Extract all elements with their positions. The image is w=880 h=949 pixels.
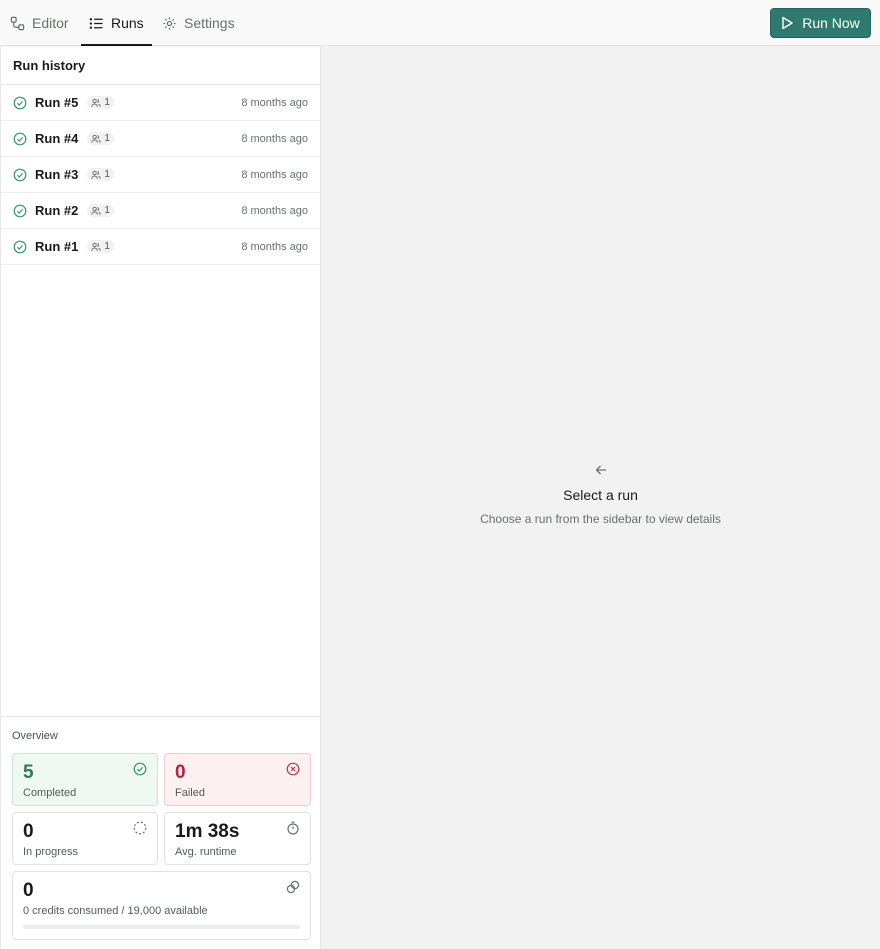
empty-state-title: Select a run <box>563 487 638 503</box>
avg-runtime-stat-card: 1m 38s Avg. runtime <box>164 812 311 865</box>
check-circle-icon <box>13 168 27 181</box>
in-progress-count: 0 <box>23 821 34 842</box>
run-time: 8 months ago <box>241 96 308 109</box>
empty-state-subtitle: Choose a run from the sidebar to view de… <box>480 512 721 526</box>
workflow-icon <box>10 16 25 30</box>
avg-runtime-label: Avg. runtime <box>175 846 237 858</box>
participants-badge: 1 <box>87 204 114 217</box>
participants-count: 1 <box>104 133 110 144</box>
users-icon <box>91 134 101 143</box>
loader-icon <box>133 821 147 835</box>
timer-icon <box>287 821 299 835</box>
credits-label: 0 credits consumed / 19,000 available <box>23 905 208 917</box>
list-icon <box>89 17 103 29</box>
completed-label: Completed <box>23 787 77 799</box>
failed-count: 0 <box>175 762 186 783</box>
empty-state: Select a run Choose a run from the sideb… <box>321 463 880 526</box>
failed-label: Failed <box>175 787 205 799</box>
run-time: 8 months ago <box>241 168 308 181</box>
tab-editor[interactable]: Editor <box>10 0 69 46</box>
tab-label: Editor <box>32 15 69 31</box>
overview-panel: Overview 5 Completed 0 Failed 0 In progr… <box>1 716 320 949</box>
coins-icon <box>286 880 300 894</box>
run-list-item[interactable]: Run #4 1 8 months ago <box>1 121 320 157</box>
run-now-label: Run Now <box>802 15 860 31</box>
tab-settings[interactable]: Settings <box>162 0 235 46</box>
credits-stat-card: 0 0 credits consumed / 19,000 available <box>12 871 311 940</box>
check-circle-icon <box>133 762 147 776</box>
run-time: 8 months ago <box>241 240 308 253</box>
gear-icon <box>163 16 176 30</box>
run-name: Run #5 <box>35 95 79 110</box>
run-list-item[interactable]: Run #2 1 8 months ago <box>1 193 320 229</box>
run-detail-panel: Select a run Choose a run from the sideb… <box>321 47 880 949</box>
run-list: Run #5 1 8 months ago Run #4 1 8 months … <box>1 85 320 265</box>
x-circle-icon <box>286 762 300 776</box>
check-circle-icon <box>13 96 27 109</box>
participants-count: 1 <box>104 241 110 252</box>
run-name: Run #2 <box>35 203 79 218</box>
tab-label: Runs <box>111 15 144 31</box>
in-progress-stat-card: 0 In progress <box>12 812 158 865</box>
users-icon <box>91 242 101 251</box>
users-icon <box>91 170 101 179</box>
run-time: 8 months ago <box>241 204 308 217</box>
run-now-button[interactable]: Run Now <box>770 8 871 38</box>
check-circle-icon <box>13 132 27 145</box>
tab-label: Settings <box>184 15 235 31</box>
in-progress-label: In progress <box>23 846 79 858</box>
run-history-sidebar: Run history Run #5 1 8 months ago Run #4… <box>0 47 321 949</box>
check-circle-icon <box>13 240 27 253</box>
credits-value: 0 <box>23 880 34 901</box>
users-icon <box>91 98 101 107</box>
completed-count: 5 <box>23 762 34 783</box>
run-list-item[interactable]: Run #5 1 8 months ago <box>1 85 320 121</box>
completed-stat-card: 5 Completed <box>12 753 158 806</box>
participants-badge: 1 <box>87 132 114 145</box>
failed-stat-card: 0 Failed <box>164 753 311 806</box>
avg-runtime-value: 1m 38s <box>175 821 240 842</box>
top-bar: Editor Runs Settings Run Now <box>0 0 880 46</box>
tab-runs[interactable]: Runs <box>81 0 152 46</box>
run-name: Run #1 <box>35 239 79 254</box>
participants-count: 1 <box>104 97 110 108</box>
participants-badge: 1 <box>87 240 114 253</box>
overview-title: Overview <box>12 730 58 742</box>
participants-badge: 1 <box>87 96 114 109</box>
participants-count: 1 <box>104 169 110 180</box>
run-list-item[interactable]: Run #1 1 8 months ago <box>1 229 320 265</box>
check-circle-icon <box>13 204 27 217</box>
run-time: 8 months ago <box>241 132 308 145</box>
run-name: Run #3 <box>35 167 79 182</box>
run-list-item[interactable]: Run #3 1 8 months ago <box>1 157 320 193</box>
users-icon <box>91 206 101 215</box>
arrow-left-icon <box>595 465 606 475</box>
run-name: Run #4 <box>35 131 79 146</box>
sidebar-title: Run history <box>1 47 320 85</box>
play-icon <box>782 16 793 30</box>
participants-badge: 1 <box>87 168 114 181</box>
participants-count: 1 <box>104 205 110 216</box>
credits-progress-bar <box>23 925 300 929</box>
